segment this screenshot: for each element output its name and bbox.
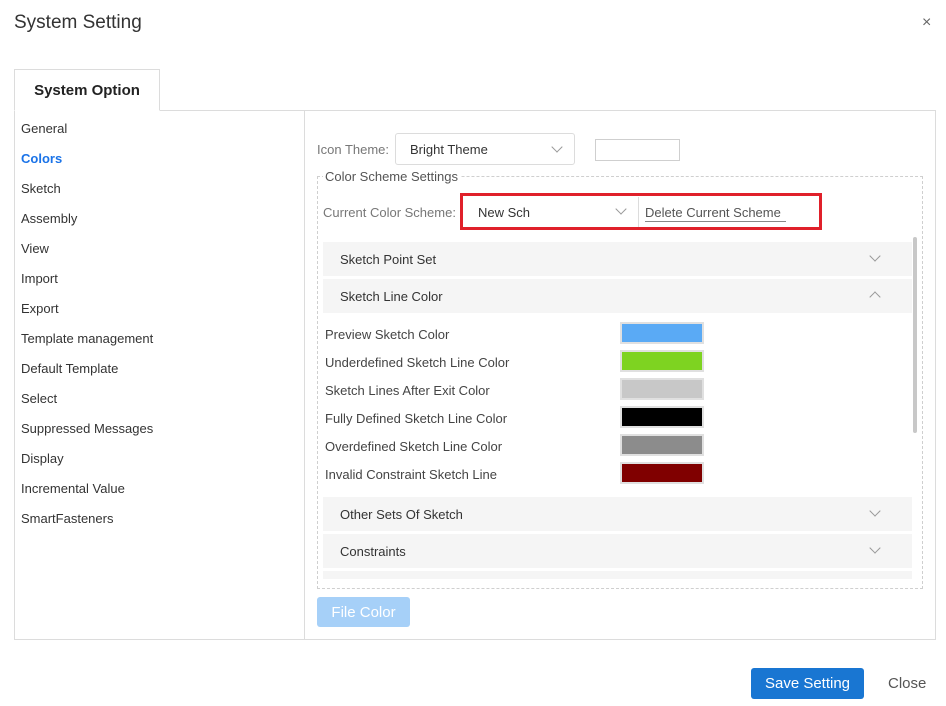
section-other-sets-of-sketch[interactable]: Other Sets Of Sketch (323, 497, 912, 531)
sidebar-item-smartfasteners[interactable]: SmartFasteners (21, 511, 113, 526)
sidebar-item-display[interactable]: Display (21, 451, 64, 466)
file-color-button[interactable]: File Color (317, 597, 410, 627)
current-scheme-label: Current Color Scheme: (323, 205, 456, 220)
color-row-label: Sketch Lines After Exit Color (325, 383, 490, 398)
icon-theme-value: Bright Theme (410, 141, 488, 157)
sidebar-item-incremental-value[interactable]: Incremental Value (21, 481, 125, 496)
chevron-down-icon (869, 542, 881, 554)
sidebar-item-view[interactable]: View (21, 241, 49, 256)
section-label: Sketch Point Set (340, 251, 437, 267)
color-row-label: Preview Sketch Color (325, 327, 450, 342)
sidebar-item-assembly[interactable]: Assembly (21, 211, 77, 226)
icon-theme-select[interactable]: Bright Theme (395, 133, 575, 165)
save-setting-button[interactable]: Save Setting (751, 668, 864, 699)
sidebar-item-sketch[interactable]: Sketch (21, 181, 61, 196)
sidebar-item-default-template[interactable]: Default Template (21, 361, 118, 376)
color-row-label: Invalid Constraint Sketch Line (325, 467, 497, 482)
tab-system-option[interactable]: System Option (14, 69, 160, 111)
color-row-label: Overdefined Sketch Line Color (325, 439, 503, 454)
section-partial (323, 571, 912, 579)
color-row-label: Underdefined Sketch Line Color (325, 355, 510, 370)
sidebar-item-export[interactable]: Export (21, 301, 59, 316)
highlight-box (460, 193, 822, 230)
section-label: Other Sets Of Sketch (340, 506, 463, 522)
section-sketch-line-color[interactable]: Sketch Line Color (323, 279, 912, 313)
chevron-down-icon (869, 505, 881, 517)
color-swatch-overdefined[interactable] (620, 434, 704, 456)
close-icon[interactable]: × (922, 14, 931, 32)
section-sketch-point-set[interactable]: Sketch Point Set (323, 242, 912, 276)
sidebar-item-select[interactable]: Select (21, 391, 57, 406)
scrollbar[interactable] (913, 237, 917, 433)
sidebar-item-general[interactable]: General (21, 121, 67, 136)
sidebar-item-template-management[interactable]: Template management (21, 331, 153, 346)
dialog-title: System Setting (14, 12, 142, 33)
color-swatch-underdefined[interactable] (620, 350, 704, 372)
section-constraints[interactable]: Constraints (323, 534, 912, 568)
sidebar-item-import[interactable]: Import (21, 271, 58, 286)
color-swatch-fully-defined[interactable] (620, 406, 704, 428)
chevron-down-icon (551, 141, 563, 153)
color-swatch-preview[interactable] (620, 322, 704, 344)
sidebar-item-colors[interactable]: Colors (21, 151, 62, 166)
chevron-down-icon (869, 250, 881, 262)
color-row-label: Fully Defined Sketch Line Color (325, 411, 508, 426)
section-label: Sketch Line Color (340, 288, 443, 304)
close-button[interactable]: Close (888, 675, 926, 692)
icon-theme-label: Icon Theme: (317, 142, 390, 157)
icon-theme-preview (595, 139, 680, 161)
section-label: Constraints (340, 543, 406, 559)
tab-bar: System Option (14, 69, 936, 111)
color-swatch-after-exit[interactable] (620, 378, 704, 400)
color-swatch-invalid-constraint[interactable] (620, 462, 704, 484)
sidebar: General Colors Sketch Assembly View Impo… (15, 111, 305, 639)
sidebar-item-suppressed-messages[interactable]: Suppressed Messages (21, 421, 153, 436)
chevron-up-icon (869, 291, 881, 303)
color-scheme-legend: Color Scheme Settings (323, 169, 460, 184)
